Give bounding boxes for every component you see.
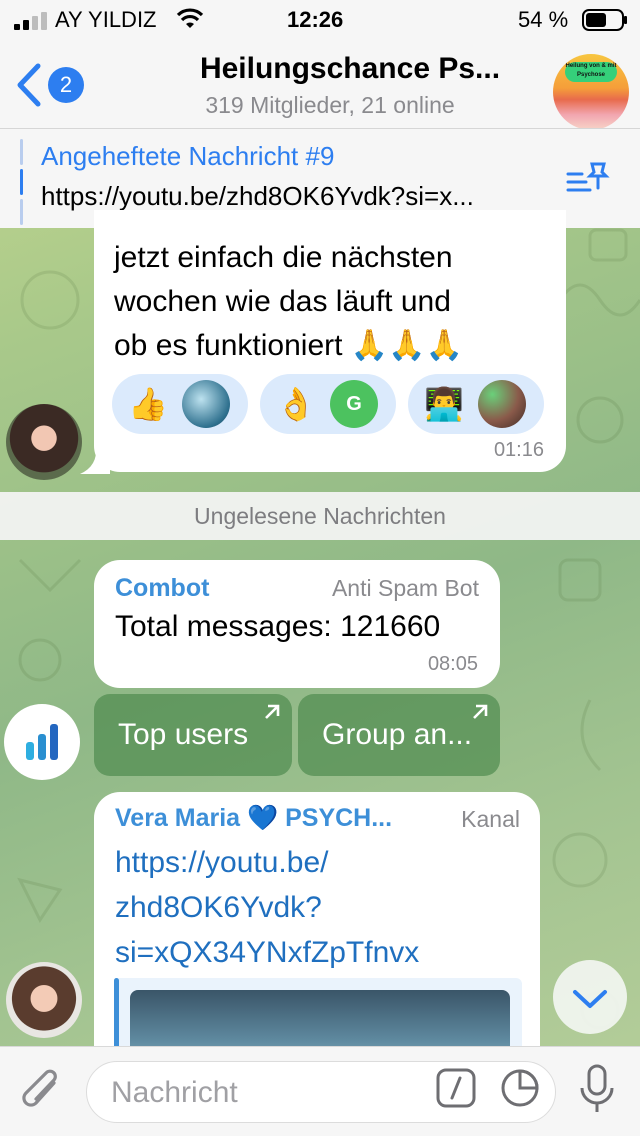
message-sender-name[interactable]: Vera Maria 💙 PSYCH...: [115, 804, 392, 833]
external-link-arrow-icon: [265, 704, 280, 719]
inline-button-label: Top users: [118, 718, 249, 751]
message-bubble-incoming[interactable]: jetzt einfach die nächsten wochen wie da…: [94, 210, 566, 472]
external-link-arrow-icon: [473, 704, 488, 719]
message-timestamp: 01:16: [493, 439, 544, 461]
chat-title[interactable]: Heilungschance Ps...: [140, 52, 560, 86]
bubble-tail: [80, 446, 110, 474]
inline-button-label: Group an...: [322, 718, 473, 751]
back-chevron-icon[interactable]: [14, 62, 42, 108]
chat-member-count: 319 Mitglieder, 21 online: [205, 92, 455, 118]
group-logo-text: Heilung von & mit Psychose: [565, 62, 617, 82]
microphone-icon[interactable]: [578, 1064, 616, 1116]
message-link[interactable]: https://youtu.be/ zhd8OK6Yvdk? si=xQX34Y…: [115, 840, 515, 975]
battery-percentage: 54 %: [518, 7, 569, 32]
wifi-icon: [176, 8, 204, 28]
technologist-emoji: 👨‍💻: [424, 386, 464, 422]
message-sender-name[interactable]: Combot: [115, 574, 209, 603]
battery-icon: [582, 9, 627, 31]
bot-commands-icon[interactable]: [436, 1068, 476, 1108]
status-bar: AY YILDIZ 12:26 54 %: [0, 0, 640, 40]
sender-role-tag: Anti Spam Bot: [331, 575, 479, 601]
cellular-signal-icon: [14, 12, 47, 30]
reaction-technologist[interactable]: 👨‍💻: [408, 374, 544, 434]
reactor-avatar: [478, 380, 526, 428]
sticker-icon[interactable]: [500, 1068, 540, 1108]
inline-button-top-users[interactable]: Top users: [94, 694, 292, 776]
carrier-name: AY YILDIZ: [55, 7, 157, 32]
message-input[interactable]: Nachricht: [86, 1061, 556, 1123]
inline-button-group-analytics[interactable]: Group an...: [298, 694, 500, 776]
reactor-avatar-letter: G: [330, 380, 378, 428]
sender-avatar[interactable]: [6, 404, 82, 480]
ok-hand-emoji: 👌: [276, 386, 316, 422]
sender-avatar[interactable]: [6, 962, 82, 1038]
chat-header: 2 Heilungschance Ps... 319 Mitglieder, 2…: [0, 40, 640, 130]
reaction-thumbs-up[interactable]: 👍: [112, 374, 248, 434]
paperclip-icon[interactable]: [20, 1067, 64, 1117]
bot-avatar[interactable]: [4, 704, 80, 780]
unread-messages-separator: Ungelesene Nachrichten: [0, 492, 640, 540]
status-time: 12:26: [287, 7, 344, 32]
message-bubble-bot[interactable]: Combot Anti Spam Bot Total messages: 121…: [94, 560, 500, 688]
message-text: Total messages: 121660: [115, 610, 441, 643]
unread-count-badge[interactable]: 2: [48, 67, 84, 103]
sender-role-tag: Kanal: [461, 806, 520, 832]
message-timestamp: 08:05: [427, 653, 478, 675]
message-input-placeholder: Nachricht: [111, 1076, 238, 1109]
chevron-down-icon: [573, 990, 607, 1008]
pinned-list-icon[interactable]: [566, 160, 610, 196]
pinned-message-text: https://youtu.be/zhd8OK6Yvdk?si=x...: [41, 181, 474, 211]
scroll-to-bottom-button[interactable]: [553, 960, 627, 1034]
pinned-indicator: [20, 139, 23, 225]
pinned-message-title: Angeheftete Nachricht #9: [41, 141, 335, 171]
message-composer: Nachricht: [0, 1046, 640, 1136]
reactor-avatar: [182, 380, 230, 428]
thumbs-up-emoji: 👍: [128, 386, 168, 422]
message-text: jetzt einfach die nächsten wochen wie da…: [114, 241, 463, 362]
group-avatar[interactable]: Heilung von & mit Psychose: [553, 54, 629, 130]
bar-chart-icon: [26, 724, 58, 760]
reaction-ok-hand[interactable]: 👌 G: [260, 374, 396, 434]
